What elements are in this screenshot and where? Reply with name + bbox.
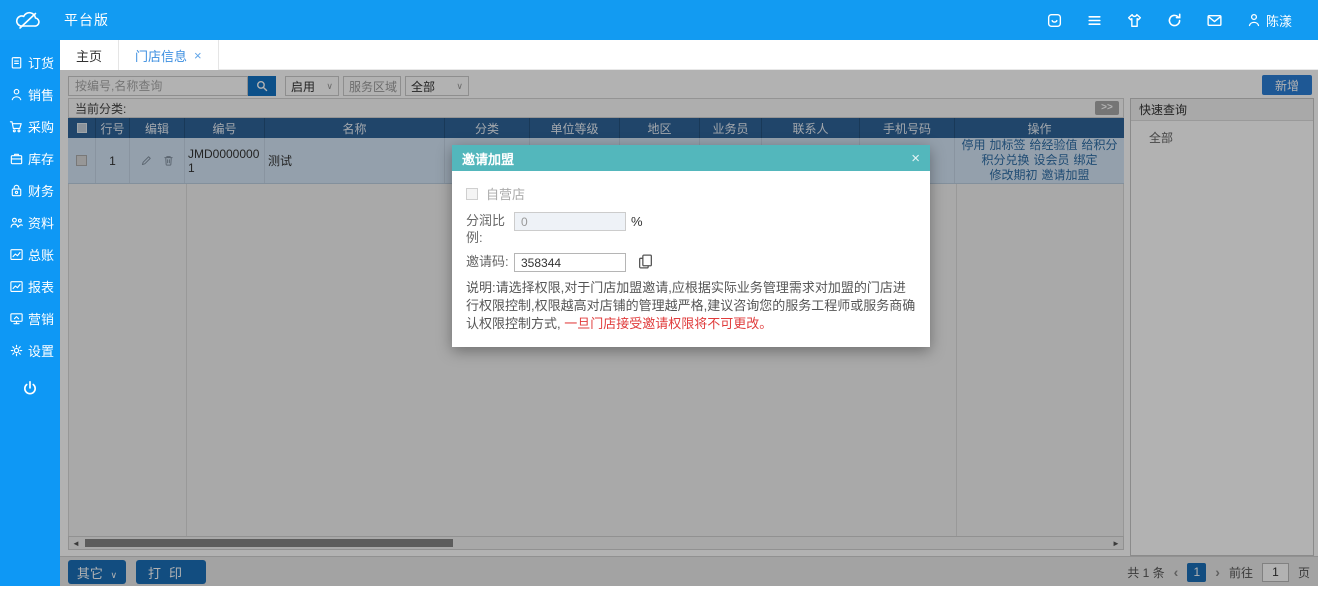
sidebar-item-marketing[interactable]: 营销	[0, 302, 60, 334]
sidebar-item-settings[interactable]: 设置	[0, 334, 60, 366]
sidebar: 订货 销售 采购 库存 财务 资料 总账 报表 营销 设置	[0, 40, 60, 586]
invite-join-dialog: 邀请加盟 × 自营店 分润比例: % 邀请码:	[452, 145, 930, 347]
sidebar-item-purchase[interactable]: 采购	[0, 110, 60, 142]
dialog-description: 说明:请选择权限,对于门店加盟邀请,应根据实际业务管理需求对加盟的门店进行权限控…	[466, 280, 916, 331]
warning-text: 一旦门店接受邀请权限将不可更改。	[564, 316, 773, 331]
dialog-title: 邀请加盟	[462, 151, 515, 167]
tab-store-info[interactable]: 门店信息 ×	[119, 40, 219, 70]
topbar-actions: 陈漾	[1046, 11, 1292, 30]
sidebar-item-inventory[interactable]: 库存	[0, 142, 60, 174]
sidebar-item-order[interactable]: 订货	[0, 46, 60, 78]
skin-icon[interactable]	[1126, 12, 1143, 29]
sidebar-item-archives[interactable]: 资料	[0, 206, 60, 238]
invite-code-input[interactable]	[514, 253, 626, 272]
tab-bar: 主页 门店信息 ×	[60, 40, 1318, 70]
sidebar-item-report[interactable]: 报表	[0, 270, 60, 302]
main-content: 启用 ∨ 服务区域 ∨ 全部 ∨ 新增 当前分类: >> 行号 编辑 编号 名称…	[60, 70, 1318, 586]
inventory-icon	[10, 153, 23, 164]
percent-suffix: %	[631, 214, 643, 229]
archives-icon	[10, 217, 23, 228]
close-tab-icon[interactable]: ×	[194, 48, 202, 63]
power-icon	[24, 380, 36, 395]
user-icon	[1248, 13, 1260, 27]
refresh-icon[interactable]	[1166, 12, 1183, 29]
dialog-header[interactable]: 邀请加盟 ×	[452, 145, 930, 171]
settings-icon	[10, 344, 23, 356]
user-name: 陈漾	[1265, 13, 1292, 29]
report-icon	[10, 280, 23, 292]
purchase-icon	[9, 120, 22, 132]
dialog-body: 自营店 分润比例: % 邀请码:	[452, 171, 930, 347]
topbar: 平台版 陈漾	[0, 0, 1318, 40]
app-window: 平台版 陈漾 订货 销售 采购 库存 财务 资料 总账 报表 营销 设置 主页 …	[0, 0, 1318, 597]
sidebar-item-ledger[interactable]: 总账	[0, 238, 60, 270]
bottom-strip	[0, 586, 1318, 597]
profit-ratio-label: 分润比例:	[466, 213, 506, 245]
sidebar-item-sales[interactable]: 销售	[0, 78, 60, 110]
message-icon[interactable]	[1206, 12, 1223, 29]
app-title: 平台版	[64, 12, 109, 28]
logout-button[interactable]	[0, 380, 60, 398]
workbench-icon[interactable]	[1046, 12, 1063, 29]
marketing-icon	[10, 312, 23, 324]
sales-icon	[11, 88, 22, 100]
self-store-label: 自营店	[486, 187, 526, 202]
order-icon	[11, 56, 22, 68]
profit-ratio-input[interactable]	[514, 212, 626, 231]
user-menu[interactable]: 陈漾	[1246, 11, 1292, 30]
copy-button[interactable]	[637, 253, 654, 272]
finance-icon	[11, 184, 22, 196]
invite-code-label: 邀请码:	[466, 254, 509, 269]
logo-cloud-icon	[14, 9, 42, 31]
close-icon[interactable]: ×	[911, 150, 920, 167]
copy-icon	[639, 254, 652, 269]
sidebar-item-finance[interactable]: 财务	[0, 174, 60, 206]
self-store-checkbox[interactable]	[466, 187, 478, 200]
menu-icon[interactable]	[1086, 12, 1103, 29]
tab-home[interactable]: 主页	[60, 40, 120, 70]
ledger-icon	[10, 248, 23, 260]
